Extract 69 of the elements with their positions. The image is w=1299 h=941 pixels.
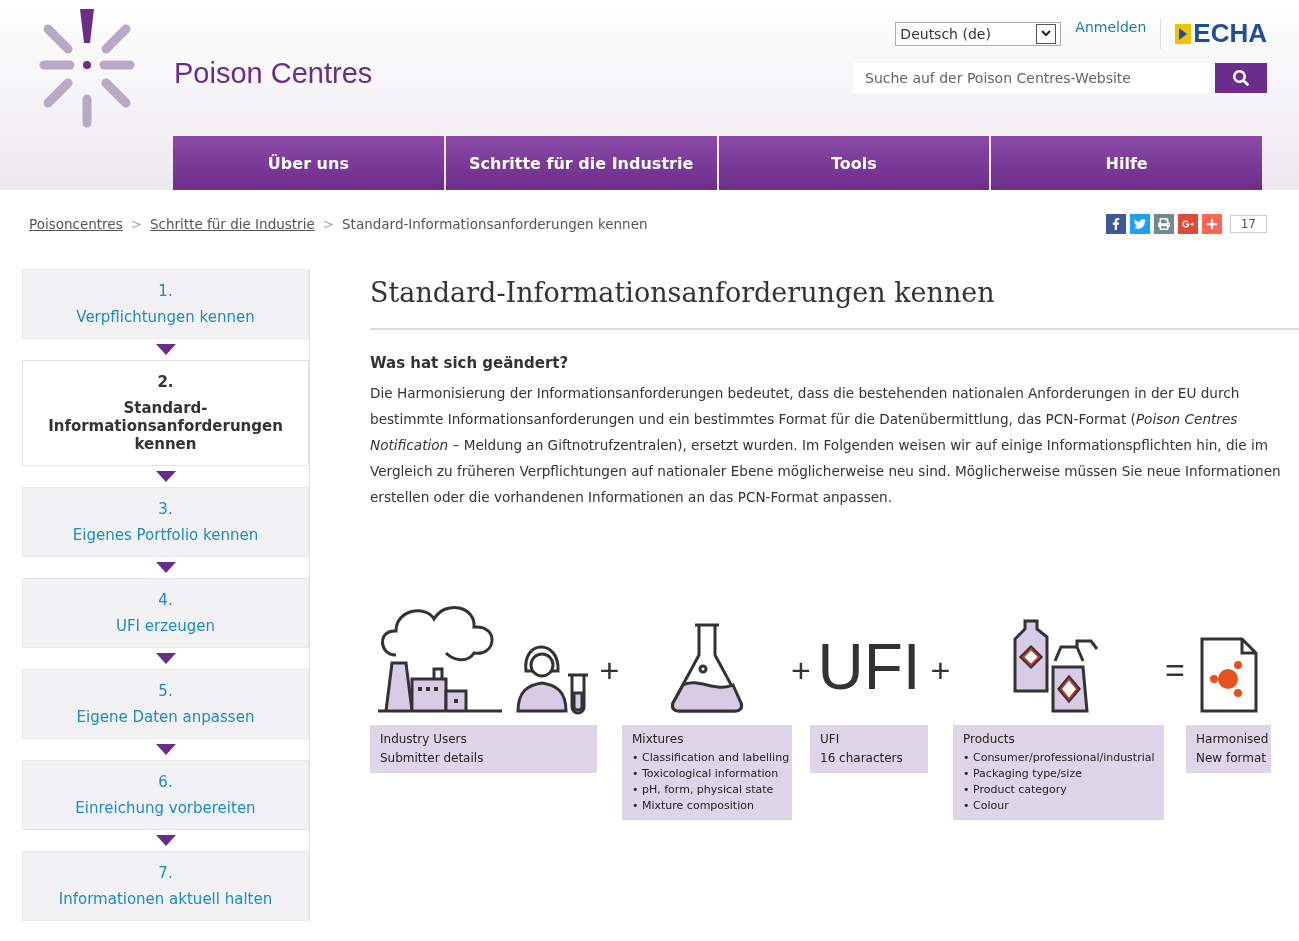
body-paragraph: Die Harmonisierung der Informationsanforderungen bedeutet, dass die bestehenden nationalen Anforderungen in der EU durch bestimmte Informationsanforderungen und ein bestimmtes Format für die Datenübermittlung, das PCN-Format (Poison Centres Notification – Meldung an Giftnotrufzentralen), ersetzt wurden. Im Folgenden weisen wir auf einige Informationspflichten hin, die im Vergleich zu früheren Verpflichtungen auf nationaler Ebene möglicherweise neu sind. Möglicherweise müssen Sie neue Informationen erstellen oder die vorhandenen Informationen an das PCN-Format anpassen. [370, 384, 1282, 507]
step-label: Standard-Informationsanforderungen kennen [47, 399, 284, 453]
google-plus-icon[interactable] [1177, 214, 1198, 234]
step-label: Einreichung vorbereiten [75, 799, 256, 817]
step-number: 5. [158, 682, 173, 700]
step-label: Eigenes Portfolio kennen [72, 526, 259, 544]
step-label: Eigene Daten anpassen [76, 708, 255, 726]
step-number: 3. [158, 500, 173, 518]
caret-icon [1036, 23, 1057, 44]
search-button[interactable] [1215, 63, 1267, 93]
operator-sign: = [1164, 650, 1186, 691]
down-arrow-icon [155, 835, 176, 846]
login-link[interactable]: Anmelden [1075, 18, 1162, 49]
plus-icon[interactable] [1201, 214, 1222, 234]
language-select[interactable]: Deutsch (de) [895, 21, 1062, 46]
breadcrumb-current[interactable]: Standard-Informationsanforderungen kennen [342, 216, 648, 232]
step-number: 4. [158, 591, 173, 609]
search-field[interactable]: Suche auf der Poison Centres-Website [853, 63, 1209, 93]
caption-bullet: • pH, form, physical state [632, 782, 775, 798]
site-title[interactable]: Poison Centres [174, 56, 373, 90]
print-icon[interactable] [1153, 214, 1174, 234]
caption-title: Industry Users [380, 731, 468, 748]
down-arrow-icon [155, 744, 176, 755]
step-number: 6. [158, 773, 173, 791]
breadcrumb-link[interactable]: Schritte für die Industrie [150, 216, 315, 232]
caption-bullet: • Toxicological information [632, 766, 780, 782]
nav-tab[interactable]: Tools [718, 136, 990, 190]
step-number: 2. [157, 373, 174, 391]
nav-tab[interactable]: Über uns [173, 136, 444, 190]
down-arrow-icon [155, 344, 176, 355]
caption-bullet: • Colour [963, 798, 1010, 814]
operator-sign: + [792, 650, 810, 691]
page-title: Standard-Informationsanforderungen kennen [370, 277, 1299, 330]
breadcrumb-separator: > [130, 216, 142, 232]
facebook-icon[interactable] [1105, 214, 1126, 234]
brand-mark-icon [1175, 23, 1192, 44]
breadcrumb-link[interactable]: Poisoncentres [29, 216, 123, 232]
caption-line: Submitter details [380, 750, 485, 767]
nav-tab[interactable]: Hilfe [991, 136, 1262, 190]
caption-bullet: • Classification and labelling [632, 750, 791, 766]
down-arrow-icon [155, 471, 176, 482]
caption-line: New format [1196, 750, 1268, 767]
step-link[interactable]: 2. Standard-Informationsanforderungen kennen [22, 360, 309, 466]
section-heading: Was hat sich geändert? [370, 354, 570, 372]
search-icon [1233, 70, 1249, 86]
caption-title: Products [963, 731, 1016, 748]
brand-logo-text[interactable]: ECHA [1193, 18, 1267, 49]
step-label: Verpflichtungen kennen [76, 308, 255, 326]
breadcrumb-separator: > [322, 216, 335, 232]
caption-bullet: • Mixture composition [632, 798, 755, 814]
caption-bullet: • Packaging type/size [963, 766, 1083, 782]
operator-sign: + [929, 650, 952, 691]
caption-title: UFI [820, 731, 841, 748]
caption-title: Mixtures [632, 731, 685, 748]
share-count: 17 [1229, 215, 1267, 233]
caption-bullet: • Product category [963, 782, 1068, 798]
step-label: Informationen aktuell halten [58, 890, 273, 908]
caption-bullet: • Consumer/professional/industrial [963, 750, 1156, 766]
step-number: 1. [158, 282, 173, 300]
caption-title: Harmonised [1196, 731, 1270, 748]
nav-tab[interactable]: Schritte für die Industrie [445, 136, 717, 190]
ufi-label: UFI [817, 635, 921, 699]
operator-sign: + [598, 650, 621, 691]
twitter-icon[interactable] [1129, 214, 1150, 234]
down-arrow-icon [155, 653, 176, 664]
caption-line: 16 characters [820, 750, 904, 767]
step-label: UFI erzeugen [115, 617, 216, 635]
step-number: 7. [158, 864, 173, 882]
down-arrow-icon [155, 562, 176, 573]
